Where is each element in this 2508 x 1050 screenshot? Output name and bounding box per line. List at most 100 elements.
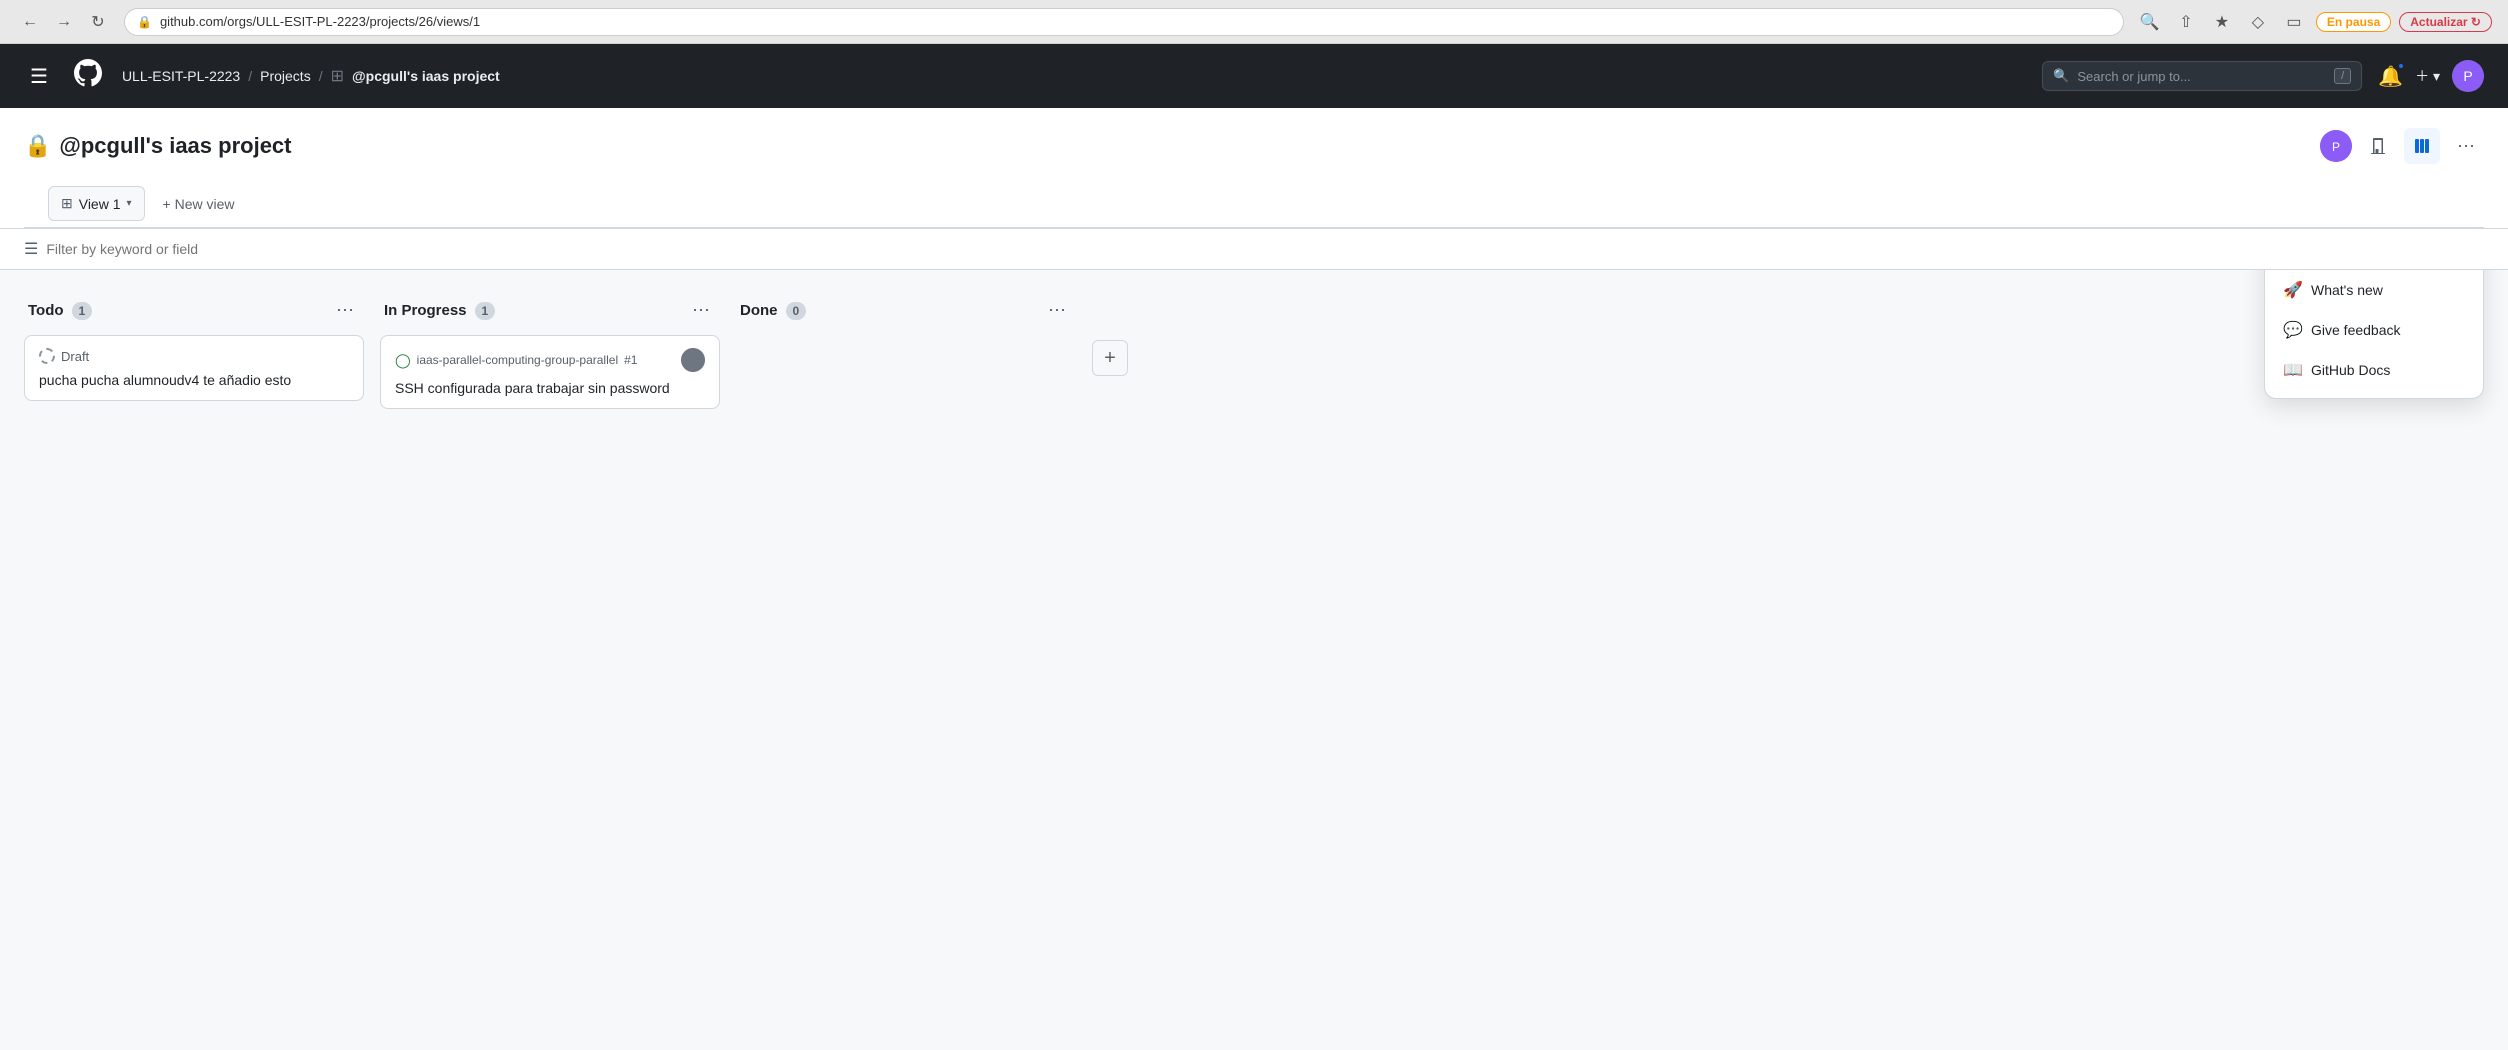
column-done-count: 0 xyxy=(786,302,807,320)
search-placeholder: Search or jump to... xyxy=(2077,69,2190,84)
board-icon: ⊞ xyxy=(331,66,344,86)
column-todo: Todo 1 ⋯ Draft pucha pucha alumnoudv4 te… xyxy=(24,290,364,1030)
new-view-button[interactable]: + New view xyxy=(153,190,245,218)
new-view-label: + New view xyxy=(163,196,235,212)
address-lock-icon: 🔒 xyxy=(137,15,152,29)
project-title-text: @pcgull's iaas project xyxy=(59,133,291,159)
card-issue-text: SSH configurada para trabajar sin passwo… xyxy=(395,380,705,396)
project-title: 🔒 @pcgull's iaas project xyxy=(24,133,292,159)
draft-label: Draft xyxy=(61,349,89,364)
card-draft-text: pucha pucha alumnoudv4 te añadio esto xyxy=(39,372,349,388)
dropdown-github-docs-label: GitHub Docs xyxy=(2311,362,2390,378)
more-options-button[interactable]: ⋯ xyxy=(2448,128,2484,164)
card-issue-header-row: ◯ iaas-parallel-computing-group-parallel… xyxy=(395,348,705,372)
nav-buttons: ← → ↻ xyxy=(16,8,112,36)
view-tab-chevron-icon: ▾ xyxy=(127,198,132,209)
dropdown-item-whats-new[interactable]: 🚀 What's new xyxy=(2265,270,2483,310)
issue-open-icon: ◯ xyxy=(395,352,411,369)
browser-star-icon[interactable]: ★ xyxy=(2208,8,2236,36)
filter-bar: ☰ xyxy=(0,229,2508,270)
browser-bar: ← → ↻ 🔒 github.com/orgs/ULL-ESIT-PL-2223… xyxy=(0,0,2508,44)
filter-icon: ☰ xyxy=(24,239,38,259)
svg-text:P: P xyxy=(2463,68,2472,84)
filter-input[interactable] xyxy=(46,241,2484,257)
add-column-button[interactable]: + xyxy=(1092,340,1128,376)
card-draft-label-row: Draft xyxy=(39,348,349,364)
org-name[interactable]: ULL-ESIT-PL-2223 xyxy=(122,68,240,84)
card-issue[interactable]: ◯ iaas-parallel-computing-group-parallel… xyxy=(380,335,720,409)
column-in-progress-header: In Progress 1 ⋯ xyxy=(380,290,720,335)
hamburger-menu-button[interactable]: ☰ xyxy=(24,58,54,95)
view-tab-board-icon: ⊞ xyxy=(61,195,73,212)
create-new-button[interactable]: ＋ ▾ xyxy=(2415,66,2440,86)
column-done: Done 0 ⋯ xyxy=(736,290,1076,1030)
column-done-menu-button[interactable]: ⋯ xyxy=(1042,298,1072,323)
card-issue-repo: iaas-parallel-computing-group-parallel xyxy=(417,353,618,367)
github-logo xyxy=(74,59,102,94)
browser-right-icons: 🔍 ⇧ ★ ◇ ▭ En pausa Actualizar ↻ xyxy=(2136,8,2492,36)
board-view-button[interactable] xyxy=(2404,128,2440,164)
user-avatar-button[interactable]: P xyxy=(2452,60,2484,92)
back-button[interactable]: ← xyxy=(16,8,44,36)
column-in-progress-count: 1 xyxy=(475,302,496,320)
search-icon: 🔍 xyxy=(2053,68,2069,84)
project-owner-avatar[interactable]: P xyxy=(2320,130,2352,162)
board-area: Todo 1 ⋯ Draft pucha pucha alumnoudv4 te… xyxy=(0,270,2508,1050)
notification-dot xyxy=(2397,62,2405,70)
project-title-actions: P ⋯ xyxy=(2320,128,2484,164)
github-docs-icon: 📖 xyxy=(2283,360,2301,380)
dropdown-menu: Workflows Archived items Settings Make a… xyxy=(2264,270,2484,399)
dropdown-whats-new-label: What's new xyxy=(2311,282,2383,298)
address-url: github.com/orgs/ULL-ESIT-PL-2223/project… xyxy=(160,14,480,29)
breadcrumb-sep1: / xyxy=(248,68,252,84)
column-done-label: Done xyxy=(740,302,778,319)
card-issue-avatar xyxy=(681,348,705,372)
column-done-header: Done 0 ⋯ xyxy=(736,290,1076,335)
column-in-progress-menu-button[interactable]: ⋯ xyxy=(686,298,716,323)
column-in-progress-title-group: In Progress 1 xyxy=(384,302,495,320)
notifications-button[interactable]: 🔔 xyxy=(2378,64,2403,89)
views-bar: ⊞ View 1 ▾ + New view xyxy=(24,180,2484,228)
browser-search-icon[interactable]: 🔍 xyxy=(2136,8,2164,36)
reload-button[interactable]: ↻ xyxy=(84,8,112,36)
browser-sidebar-icon[interactable]: ▭ xyxy=(2280,8,2308,36)
card-issue-num: #1 xyxy=(624,353,637,367)
browser-update-button[interactable]: Actualizar ↻ xyxy=(2399,12,2492,32)
project-lock-icon: 🔒 xyxy=(24,133,51,159)
column-todo-header: Todo 1 ⋯ xyxy=(24,290,364,335)
dropdown-item-give-feedback[interactable]: 💬 Give feedback xyxy=(2265,310,2483,350)
project-header: 🔒 @pcgull's iaas project P ⋯ ⊞ View 1 ▾ … xyxy=(0,108,2508,229)
card-issue-ref: ◯ iaas-parallel-computing-group-parallel… xyxy=(395,352,637,369)
project-title-row: 🔒 @pcgull's iaas project P ⋯ xyxy=(24,128,2484,180)
address-bar[interactable]: 🔒 github.com/orgs/ULL-ESIT-PL-2223/proje… xyxy=(124,8,2124,36)
give-feedback-icon: 💬 xyxy=(2283,320,2301,340)
dropdown-item-github-docs[interactable]: 📖 GitHub Docs xyxy=(2265,350,2483,390)
column-todo-label: Todo xyxy=(28,302,64,319)
column-todo-count: 1 xyxy=(72,302,93,320)
column-done-title-group: Done 0 xyxy=(740,302,806,320)
dropdown-give-feedback-label: Give feedback xyxy=(2311,322,2401,338)
browser-share-icon[interactable]: ⇧ xyxy=(2172,8,2200,36)
breadcrumb-sep2: / xyxy=(319,68,323,84)
browser-extensions-icon[interactable]: ◇ xyxy=(2244,8,2272,36)
breadcrumb: ULL-ESIT-PL-2223 / Projects / ⊞ @pcgull'… xyxy=(122,66,500,86)
forward-button[interactable]: → xyxy=(50,8,78,36)
view-tab-1-label: View 1 xyxy=(79,196,121,212)
draft-circle-icon xyxy=(39,348,55,364)
svg-text:P: P xyxy=(2332,140,2340,154)
card-draft[interactable]: Draft pucha pucha alumnoudv4 te añadio e… xyxy=(24,335,364,401)
global-search[interactable]: 🔍 Search or jump to... / xyxy=(2042,61,2362,91)
breadcrumb-project-name[interactable]: @pcgull's iaas project xyxy=(352,68,500,84)
search-kbd: / xyxy=(2334,68,2351,84)
column-todo-menu-button[interactable]: ⋯ xyxy=(330,298,360,323)
column-in-progress: In Progress 1 ⋯ ◯ iaas-parallel-computin… xyxy=(380,290,720,1030)
github-header: ☰ ULL-ESIT-PL-2223 / Projects / ⊞ @pcgul… xyxy=(0,44,2508,108)
column-in-progress-label: In Progress xyxy=(384,302,467,319)
column-todo-title-group: Todo 1 xyxy=(28,302,92,320)
projects-link[interactable]: Projects xyxy=(260,68,311,84)
header-actions: 🔔 ＋ ▾ P xyxy=(2378,60,2484,92)
insights-button[interactable] xyxy=(2360,128,2396,164)
browser-status-badge: En pausa xyxy=(2316,12,2391,32)
view-tab-1[interactable]: ⊞ View 1 ▾ xyxy=(48,186,145,221)
whats-new-icon: 🚀 xyxy=(2283,280,2301,300)
